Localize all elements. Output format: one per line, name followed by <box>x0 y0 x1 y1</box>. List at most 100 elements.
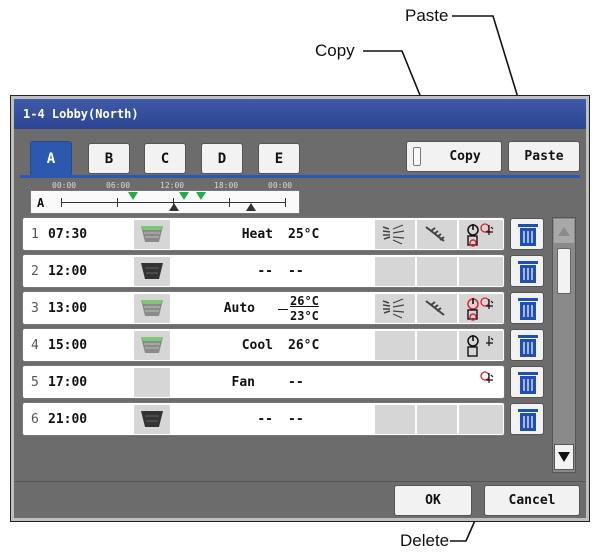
window-title: 1-4 Lobby(North) <box>23 107 139 121</box>
row-number: 3 <box>31 301 39 316</box>
row-temperature-low: 23°C <box>290 309 319 323</box>
function-cell-empty <box>417 405 457 434</box>
unit-on-icon <box>134 331 170 360</box>
range-connector <box>278 309 288 310</box>
schedule-row[interactable]: 1 07:30 Heat 25°C <box>22 217 505 251</box>
timeline-hour-label: 00:00 <box>268 181 293 190</box>
row-mode: Heat <box>241 227 273 242</box>
scroll-up-icon[interactable] <box>554 219 574 243</box>
scroll-down-icon[interactable] <box>554 444 574 470</box>
trash-icon <box>518 335 538 357</box>
schedule-row[interactable]: 3 13:00 Auto 26°C 23°C <box>22 291 505 325</box>
delete-callout-label: Delete <box>400 531 450 550</box>
copy-button-label: Copy <box>449 149 481 164</box>
row-mode: -- <box>257 264 273 279</box>
fan-speed-icon <box>417 220 457 249</box>
function-cell-empty <box>375 257 415 286</box>
prohibit-remote-icon <box>459 294 503 323</box>
trash-icon <box>518 261 538 283</box>
function-cell-empty <box>417 257 457 286</box>
schedule-row[interactable]: 6 21:00 -- -- <box>22 402 505 436</box>
tab-b[interactable]: B <box>88 143 130 174</box>
row-temperature-high: 26°C <box>290 294 319 308</box>
timeline-tick <box>117 198 118 207</box>
row-number: 5 <box>31 375 39 390</box>
unit-none-cell <box>134 368 170 397</box>
row-temperature: -- <box>288 412 304 427</box>
row-number: 6 <box>31 412 39 427</box>
tab-c[interactable]: C <box>144 143 186 174</box>
copy-callout-label: Copy <box>315 41 355 60</box>
row-temperature: 25°C <box>288 227 320 242</box>
timeline-hour-label: 18:00 <box>214 181 239 190</box>
dialog-body: A B C D E Copy Paste 00:00 06:00 12:00 1… <box>14 129 586 518</box>
prohibit-remote-icon <box>459 220 503 249</box>
ok-button[interactable]: OK <box>394 485 472 516</box>
timeline-tick <box>285 198 286 207</box>
row-temperature: 26°C <box>288 338 320 353</box>
row-time: 21:00 <box>48 412 88 427</box>
unit-off-icon <box>134 257 170 286</box>
paste-button[interactable]: Paste <box>508 141 580 172</box>
off-marker-icon <box>246 203 256 211</box>
row-temperature: -- <box>288 375 304 390</box>
fan-speed-icon <box>417 294 457 323</box>
row-temperature: -- <box>288 264 304 279</box>
row-number: 4 <box>31 338 39 353</box>
delete-row-button[interactable] <box>510 292 544 324</box>
function-cell-empty <box>459 257 503 286</box>
row-mode: Fan <box>231 375 255 390</box>
timeline-pattern-label: A <box>37 196 45 210</box>
schedule-settings-dialog: 1-4 Lobby(North) A B C D E Copy Paste 00… <box>10 95 590 522</box>
vane-swing-icon <box>375 294 415 323</box>
row-number: 2 <box>31 264 39 279</box>
tab-d[interactable]: D <box>201 143 243 174</box>
scroll-thumb[interactable] <box>557 248 571 294</box>
schedule-row[interactable]: 2 12:00 -- -- <box>22 254 505 288</box>
schedule-row[interactable]: 4 15:00 Cool 26°C <box>22 328 505 362</box>
row-mode: Auto <box>223 301 255 316</box>
schedule-scrollbar[interactable] <box>552 217 576 473</box>
cancel-button[interactable]: Cancel <box>484 485 580 516</box>
row-time: 17:00 <box>48 375 88 390</box>
row-mode: Cool <box>241 338 273 353</box>
trash-icon <box>518 224 538 246</box>
tab-e[interactable]: E <box>258 143 300 174</box>
delete-row-button[interactable] <box>510 218 544 250</box>
timeline-hour-label: 00:00 <box>52 181 77 190</box>
footer-divider <box>14 481 586 482</box>
function-cell-empty <box>459 405 503 434</box>
row-time: 07:30 <box>48 227 88 242</box>
unit-on-icon <box>134 220 170 249</box>
schedule-row[interactable]: 5 17:00 Fan -- <box>22 365 505 399</box>
function-cell-empty <box>417 331 457 360</box>
row-mode: -- <box>257 412 273 427</box>
delete-row-button[interactable] <box>510 403 544 435</box>
copy-button[interactable]: Copy <box>406 141 502 172</box>
on-marker-icon <box>179 192 189 200</box>
trash-icon <box>518 372 538 394</box>
title-bar: 1-4 Lobby(North) <box>14 99 586 129</box>
delete-row-button[interactable] <box>510 366 544 398</box>
delete-row-button[interactable] <box>510 329 544 361</box>
vane-swing-icon <box>375 220 415 249</box>
timeline-tick <box>229 198 230 207</box>
on-marker-icon <box>128 192 138 200</box>
timeline-hour-label: 06:00 <box>106 181 131 190</box>
row-time: 12:00 <box>48 264 88 279</box>
prohibit-remote-icon <box>459 368 503 397</box>
paste-callout-label: Paste <box>405 6 449 25</box>
function-cell-empty <box>375 405 415 434</box>
copy-indicator <box>413 147 421 166</box>
tab-underline <box>20 175 580 178</box>
unit-off-icon <box>134 405 170 434</box>
row-number: 1 <box>31 227 39 242</box>
row-time: 13:00 <box>48 301 88 316</box>
tab-a[interactable]: A <box>30 141 72 176</box>
unit-on-icon <box>134 294 170 323</box>
prohibit-remote-icon <box>459 331 503 360</box>
trash-icon <box>518 298 538 320</box>
off-marker-icon <box>169 203 179 211</box>
timeline-hour-label: 12:00 <box>160 181 185 190</box>
delete-row-button[interactable] <box>510 255 544 287</box>
